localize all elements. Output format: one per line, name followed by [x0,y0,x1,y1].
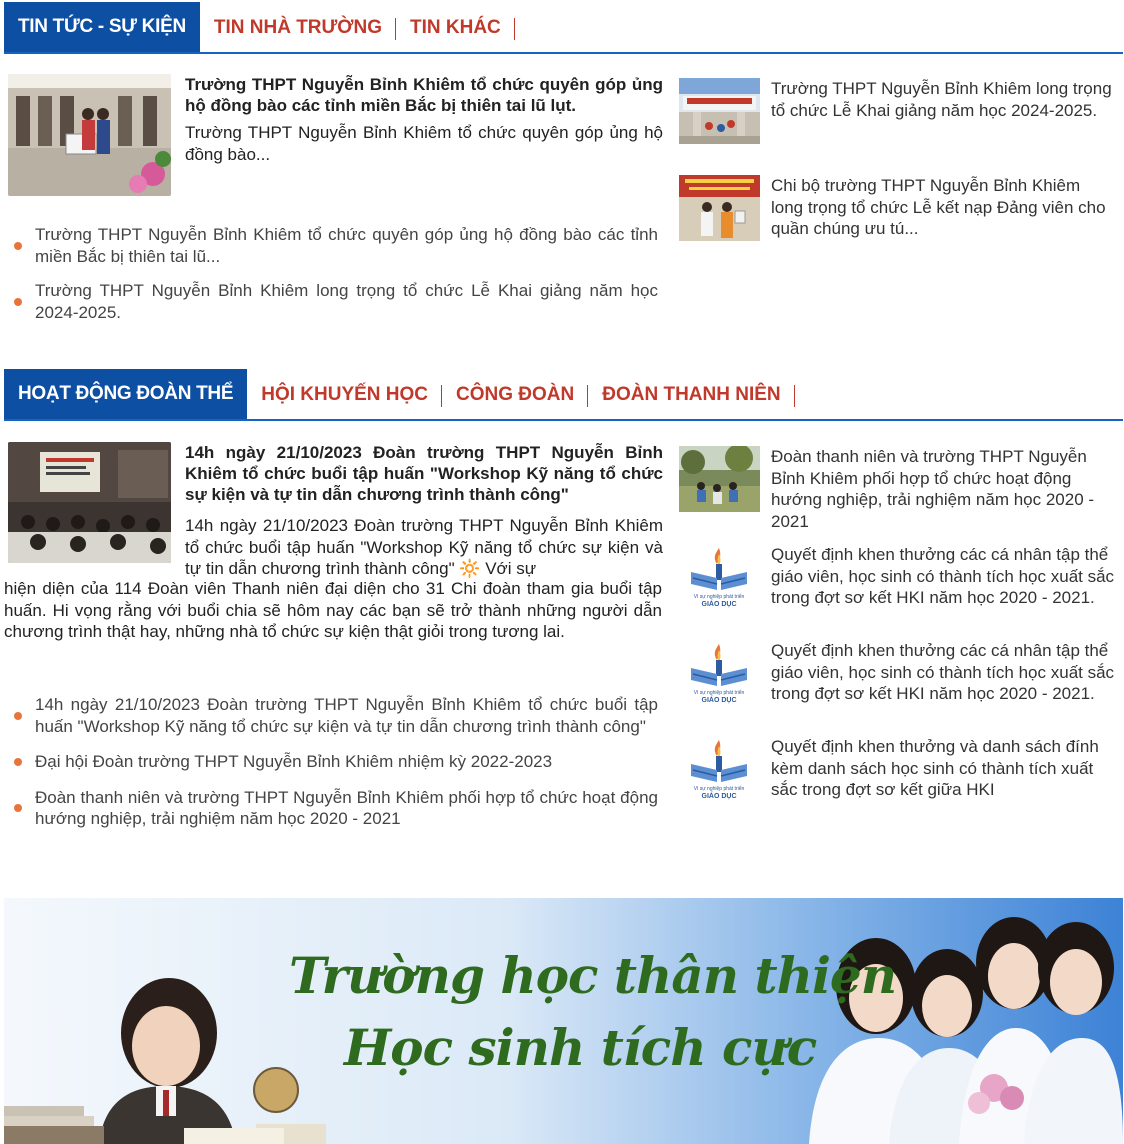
news-tabbar: TIN TỨC - SỰ KIỆN TIN NHÀ TRƯỜNG TIN KHÁ… [4,2,1123,54]
side-activity-item[interactable]: Đoàn thanh niên và trường THPT Nguyễn Bỉ… [679,446,1119,536]
featured-news-thumbnail[interactable] [8,74,171,196]
svg-text:GIÁO DỤC: GIÁO DỤC [702,695,737,704]
list-item[interactable]: 14h ngày 21/10/2023 Đoàn trường THPT Ngu… [12,694,658,737]
tab-hoat-dong-doan-the[interactable]: HOẠT ĐỘNG ĐOÀN THỂ [4,369,248,419]
tab-tin-tuc-su-kien[interactable]: TIN TỨC - SỰ KIỆN [4,2,200,52]
tab-hoi-khuyen-hoc[interactable]: HỘI KHUYẾN HỌC [247,371,442,419]
svg-text:GIÁO DỤC: GIÁO DỤC [702,599,737,608]
banner-slogan-line2: Học sinh tích cực [344,1018,817,1077]
featured-news-title[interactable]: Trường THPT Nguyễn Bỉnh Khiêm tổ chức qu… [185,74,663,116]
side-news-title[interactable]: Trường THPT Nguyễn Bỉnh Khiêm long trọng… [771,78,1117,121]
giao-duc-logo-icon: Vì sự nghiệp phát triển GIÁO DỤC [679,640,760,706]
featured-news-summary: Trường THPT Nguyễn Bỉnh Khiêm tổ chức qu… [185,123,663,164]
tab-cong-doan[interactable]: CÔNG ĐOÀN [442,371,589,419]
list-item[interactable]: Đoàn thanh niên và trường THPT Nguyễn Bỉ… [12,787,658,830]
side-activity-item[interactable]: Vì sự nghiệp phát triển GIÁO DỤC Quyết đ… [679,640,1119,730]
featured-activity-thumbnail[interactable] [8,442,171,563]
activities-tabbar: HOẠT ĐỘNG ĐOÀN THỂ HỘI KHUYẾN HỌC CÔNG Đ… [4,369,1123,421]
side-news-title[interactable]: Chi bộ trường THPT Nguyễn Bỉnh Khiêm lon… [771,175,1117,240]
tab-tin-nha-truong[interactable]: TIN NHÀ TRƯỜNG [200,4,397,52]
giao-duc-logo-icon: Vì sự nghiệp phát triển GIÁO DỤC [679,736,760,802]
featured-activity-summary-part2: hiện diện của 114 Đoàn viên Thanh niên đ… [4,579,662,641]
list-item[interactable]: Trường THPT Nguyễn Bỉnh Khiêm long trọng… [12,280,658,323]
side-activity-item[interactable]: Vì sự nghiệp phát triển GIÁO DỤC Quyết đ… [679,544,1119,634]
list-item[interactable]: Trường THPT Nguyễn Bỉnh Khiêm tổ chức qu… [12,224,658,267]
svg-text:Vì sự nghiệp phát triển: Vì sự nghiệp phát triển [694,593,745,600]
side-news-item[interactable]: Trường THPT Nguyễn Bỉnh Khiêm long trọng… [679,78,1119,148]
side-activity-title[interactable]: Quyết định khen thưởng các cá nhân tập t… [771,544,1117,609]
featured-activity-summary-part1: 14h ngày 21/10/2023 Đoàn trường THPT Ngu… [185,516,663,578]
side-activity-item[interactable]: Vì sự nghiệp phát triển GIÁO DỤC Quyết đ… [679,736,1119,826]
featured-news: Trường THPT Nguyễn Bỉnh Khiêm tổ chức qu… [8,74,663,196]
side-news-thumbnail [679,78,760,144]
side-activity-title[interactable]: Quyết định khen thưởng và danh sách đính… [771,736,1117,801]
side-activity-title[interactable]: Quyết định khen thưởng các cá nhân tập t… [771,640,1117,705]
school-banner[interactable]: Trường học thân thiện Học sinh tích cực [4,898,1123,1144]
side-activity-title[interactable]: Đoàn thanh niên và trường THPT Nguyễn Bỉ… [771,446,1117,532]
svg-text:GIÁO DỤC: GIÁO DỤC [702,791,737,800]
tab-tin-khac[interactable]: TIN KHÁC [396,4,515,52]
giao-duc-logo-icon: Vì sự nghiệp phát triển GIÁO DỤC [679,544,760,610]
activities-list: 14h ngày 21/10/2023 Đoàn trường THPT Ngu… [12,694,658,830]
side-news-item[interactable]: Chi bộ trường THPT Nguyễn Bỉnh Khiêm lon… [679,175,1119,245]
featured-activity-title[interactable]: 14h ngày 21/10/2023 Đoàn trường THPT Ngu… [185,442,663,505]
svg-text:Vì sự nghiệp phát triển: Vì sự nghiệp phát triển [694,689,745,696]
banner-slogan-line1: Trường học thân thiện [289,946,897,1005]
svg-text:Vì sự nghiệp phát triển: Vì sự nghiệp phát triển [694,785,745,792]
side-news-thumbnail [679,175,760,241]
list-item[interactable]: Đại hội Đoàn trường THPT Nguyễn Bỉnh Khi… [12,751,658,773]
side-activity-thumbnail [679,446,760,512]
featured-activity: 14h ngày 21/10/2023 Đoàn trường THPT Ngu… [8,442,663,580]
tab-doan-thanh-nien[interactable]: ĐOÀN THANH NIÊN [588,371,796,419]
news-list: Trường THPT Nguyễn Bỉnh Khiêm tổ chức qu… [12,224,658,323]
